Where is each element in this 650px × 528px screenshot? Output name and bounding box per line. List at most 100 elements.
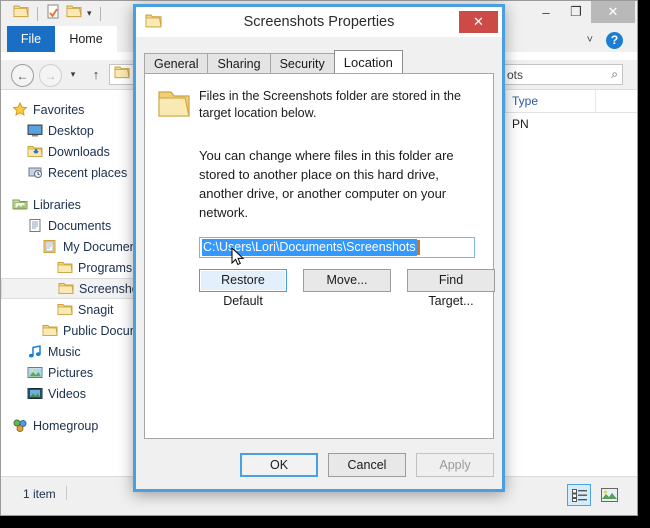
help-icon[interactable]: ? — [606, 32, 623, 49]
tree-item-screenshots[interactable]: Screenshots — [1, 278, 145, 299]
folder-icon[interactable] — [13, 4, 29, 23]
cell-type: PN — [512, 117, 529, 131]
large-icons-view-button[interactable] — [597, 484, 621, 506]
tree-group-gap — [1, 183, 145, 194]
search-text: ots — [507, 67, 524, 82]
location-tab-panel: Files in the Screenshots folder are stor… — [144, 73, 495, 439]
folder-icon — [41, 323, 59, 339]
documents-icon — [26, 218, 44, 234]
screen: ▾ – ❐ ✕ File Home ˅ ? ← → ▾ ↑ ots ⌕ Favo… — [0, 0, 650, 528]
status-separator — [66, 486, 67, 500]
tree-item-label: Favorites — [33, 102, 85, 117]
folder-icon — [56, 302, 74, 318]
customize-dropdown-icon[interactable]: ▾ — [87, 8, 92, 19]
dialog-tab-security[interactable]: Security — [269, 53, 335, 73]
tree-item-recent-places[interactable]: Recent places — [1, 162, 145, 183]
apply-button[interactable]: Apply — [416, 453, 494, 477]
tree-item-programs[interactable]: Programs — [1, 257, 145, 278]
item-count-label: 1 item — [23, 487, 56, 501]
location-path-input[interactable]: C:\Users\Lori\Documents\Screenshots — [199, 237, 475, 258]
intro-line-1: Files in the Screenshots folder are stor… — [199, 89, 461, 103]
view-buttons — [567, 484, 621, 506]
cancel-button[interactable]: Cancel — [328, 453, 406, 477]
tree-item-label: Homegroup — [33, 418, 99, 433]
folder-icon — [157, 86, 199, 125]
tree-item-desktop[interactable]: Desktop — [1, 120, 145, 141]
tree-item-favorites[interactable]: Favorites — [1, 99, 145, 120]
downloads-icon — [26, 144, 44, 160]
folder-icon — [57, 281, 75, 297]
recent-places-icon — [26, 165, 44, 181]
homegroup-icon — [11, 418, 29, 434]
desktop-icon — [26, 123, 44, 139]
libraries-icon — [11, 197, 29, 213]
tree-item-label: Music — [48, 344, 81, 359]
navigation-pane: Favorites Desktop Downloads Recent places Li… — [1, 90, 145, 477]
column-header-type[interactable]: Type — [506, 90, 596, 112]
dialog-tab-strip: General Sharing Security Location — [144, 50, 403, 73]
dialog-tab-general[interactable]: General — [144, 53, 209, 73]
tree-item-label: Downloads — [48, 144, 110, 159]
window-controls: – ❐ ✕ — [531, 1, 635, 26]
tree-group-gap — [1, 404, 145, 415]
search-icon: ⌕ — [611, 67, 618, 81]
intro-line-2: target location below. — [199, 106, 317, 120]
description-paragraph: You can change where files in this folde… — [199, 148, 454, 220]
restore-default-button[interactable]: Restore Default — [199, 269, 287, 308]
dialog-footer: OK Cancel Apply — [240, 453, 494, 477]
ok-button[interactable]: OK — [240, 453, 318, 477]
tree-item-label: Videos — [48, 386, 86, 401]
tree-item-public-documents[interactable]: Public Documents — [1, 320, 145, 341]
qat-separator-2 — [99, 6, 101, 21]
tree-item-downloads[interactable]: Downloads — [1, 141, 145, 162]
location-action-buttons: Restore Default Move... Find Target... — [199, 269, 495, 308]
tree-item-my-documents[interactable]: My Documents — [1, 236, 145, 257]
dialog-title-bar: Screenshots Properties ✕ — [136, 7, 502, 37]
tree-item-homegroup[interactable]: Homegroup — [1, 415, 145, 436]
tree-item-snagit[interactable]: Snagit — [1, 299, 145, 320]
properties-icon[interactable] — [66, 4, 82, 23]
properties-dialog: Screenshots Properties ✕ General Sharing S… — [133, 4, 505, 492]
tree-item-pictures[interactable]: Pictures — [1, 362, 145, 383]
breadcrumb-folder-icon — [114, 65, 130, 84]
close-button[interactable]: ✕ — [591, 1, 635, 23]
my-documents-icon — [41, 239, 59, 255]
tree-item-label: Pictures — [48, 365, 94, 380]
up-button[interactable]: ↑ — [87, 64, 105, 85]
minimize-button[interactable]: – — [531, 1, 561, 23]
details-view-button[interactable] — [567, 484, 591, 506]
recent-locations-icon[interactable]: ▾ — [65, 64, 81, 85]
back-button[interactable]: ← — [11, 64, 34, 87]
maximize-button[interactable]: ❐ — [561, 1, 591, 23]
location-path-value: C:\Users\Lori\Documents\Screenshots — [202, 239, 417, 256]
tree-item-videos[interactable]: Videos — [1, 383, 145, 404]
dialog-tab-location[interactable]: Location — [333, 50, 403, 73]
tree-item-libraries[interactable]: Libraries — [1, 194, 145, 215]
tree-item-label: Libraries — [33, 197, 81, 212]
tree-item-label: Programs — [78, 260, 133, 275]
star-icon — [11, 102, 29, 118]
ribbon-tab-file[interactable]: File — [7, 26, 55, 52]
videos-icon — [26, 386, 44, 402]
ribbon-tab-home[interactable]: Home — [55, 26, 117, 52]
tree-item-label: Snagit — [78, 302, 114, 317]
find-target-button[interactable]: Find Target... — [407, 269, 495, 308]
tree-item-label: Recent places — [48, 165, 128, 180]
dialog-tab-sharing[interactable]: Sharing — [207, 53, 271, 73]
tree-item-music[interactable]: Music — [1, 341, 145, 362]
new-item-icon[interactable] — [46, 4, 61, 24]
intro-row: Files in the Screenshots folder are stor… — [157, 86, 479, 125]
folder-tree: Favorites Desktop Downloads Recent places Li… — [1, 90, 145, 436]
dialog-body: General Sharing Security Location Files in … — [144, 37, 495, 481]
text-caret — [416, 240, 420, 255]
search-input[interactable]: ots ⌕ — [501, 64, 623, 85]
music-icon — [26, 344, 44, 360]
chevron-down-icon[interactable]: ˅ — [587, 34, 593, 46]
quick-access-toolbar: ▾ — [13, 3, 104, 24]
move-button[interactable]: Move... — [303, 269, 391, 292]
pictures-icon — [26, 365, 44, 381]
forward-button[interactable]: → — [39, 64, 62, 87]
folder-icon — [56, 260, 74, 276]
tree-item-documents[interactable]: Documents — [1, 215, 145, 236]
dialog-close-button[interactable]: ✕ — [459, 11, 498, 33]
